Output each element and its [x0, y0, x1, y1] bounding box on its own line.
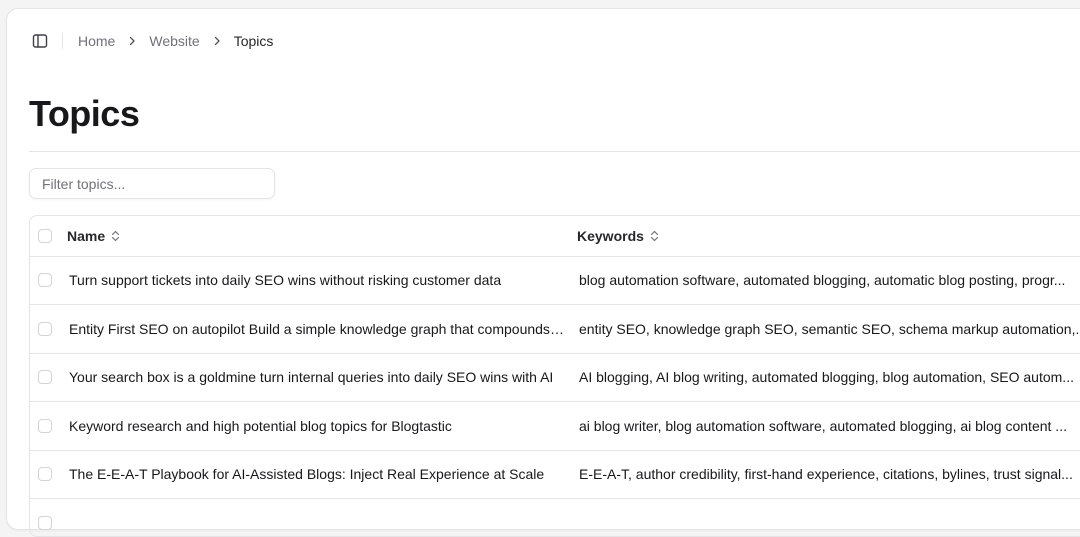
topic-name-cell[interactable]: Entity First SEO on autopilot Build a si…: [61, 305, 577, 354]
select-all-checkbox[interactable]: [38, 229, 52, 243]
row-select-cell: [30, 305, 61, 354]
topic-keywords-cell: blog automation software, automated blog…: [577, 256, 1080, 305]
main-panel: Home Website Topics Topics: [6, 8, 1080, 530]
sidebar-toggle-icon: [32, 33, 48, 49]
row-checkbox[interactable]: [38, 370, 52, 384]
sort-by-keywords-button[interactable]: Keywords: [577, 228, 659, 244]
select-all-cell: [30, 216, 61, 256]
sort-by-name-button[interactable]: Name: [67, 228, 120, 244]
table-row[interactable]: Keyword research and high potential blog…: [30, 402, 1080, 451]
table-row[interactable]: Entity First SEO on autopilot Build a si…: [30, 305, 1080, 354]
topic-keywords-cell: entity SEO, knowledge graph SEO, semanti…: [577, 305, 1080, 354]
topic-keywords-cell: [577, 499, 1080, 537]
column-label-name: Name: [67, 228, 105, 244]
row-checkbox[interactable]: [38, 273, 52, 287]
breadcrumb: Home Website Topics: [78, 33, 273, 49]
table-row[interactable]: Turn support tickets into daily SEO wins…: [30, 256, 1080, 305]
title-divider: [29, 151, 1080, 152]
row-select-cell: [30, 499, 61, 537]
table-header-row: Name Keywords: [30, 216, 1080, 256]
topic-keywords-cell: E-E-A-T, author credibility, first-hand …: [577, 450, 1080, 499]
row-checkbox[interactable]: [38, 516, 52, 530]
chevron-right-icon: [212, 36, 222, 46]
toolbar-divider: [62, 33, 63, 49]
sidebar-toggle-button[interactable]: [31, 32, 49, 50]
topic-name-cell[interactable]: Your search box is a goldmine turn inter…: [61, 353, 577, 402]
row-select-cell: [30, 353, 61, 402]
filter-topics-input[interactable]: [29, 168, 275, 199]
column-header-keywords: Keywords: [577, 216, 1080, 256]
breadcrumb-website[interactable]: Website: [149, 33, 199, 49]
breadcrumb-topics: Topics: [234, 33, 274, 49]
row-select-cell: [30, 402, 61, 451]
breadcrumb-home[interactable]: Home: [78, 33, 115, 49]
row-checkbox[interactable]: [38, 467, 52, 481]
topic-keywords-cell: ai blog writer, blog automation software…: [577, 402, 1080, 451]
row-checkbox[interactable]: [38, 419, 52, 433]
topic-name-cell[interactable]: Keyword research and high potential blog…: [61, 402, 577, 451]
row-checkbox[interactable]: [38, 322, 52, 336]
sort-chevrons-icon: [650, 230, 659, 242]
row-select-cell: [30, 450, 61, 499]
top-bar: Home Website Topics: [31, 31, 273, 51]
topic-name-cell[interactable]: [61, 499, 577, 537]
row-select-cell: [30, 256, 61, 305]
topic-name-cell[interactable]: The E-E-A-T Playbook for AI-Assisted Blo…: [61, 450, 577, 499]
topic-keywords-cell: AI blogging, AI blog writing, automated …: [577, 353, 1080, 402]
page-title: Topics: [29, 93, 139, 135]
chevron-right-icon: [127, 36, 137, 46]
sort-chevrons-icon: [111, 230, 120, 242]
topic-name-cell[interactable]: Turn support tickets into daily SEO wins…: [61, 256, 577, 305]
column-header-name: Name: [61, 216, 577, 256]
table-row[interactable]: [30, 499, 1080, 537]
table-row[interactable]: The E-E-A-T Playbook for AI-Assisted Blo…: [30, 450, 1080, 499]
column-label-keywords: Keywords: [577, 228, 644, 244]
table-row[interactable]: Your search box is a goldmine turn inter…: [30, 353, 1080, 402]
topics-table: Name Keywords: [29, 215, 1080, 537]
